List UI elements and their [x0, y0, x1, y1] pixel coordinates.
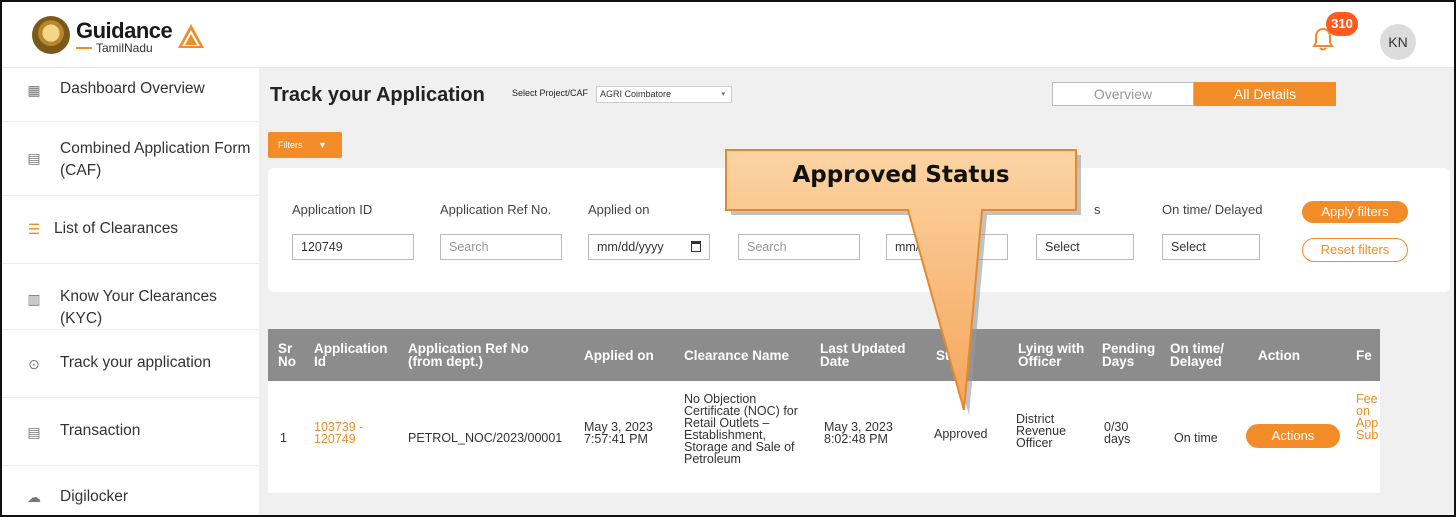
logo-flag-icon [178, 24, 204, 48]
approved-status-callout: Approved Status [720, 142, 1090, 432]
sidebar-item-label: Combined Application Form (CAF) [60, 140, 251, 179]
cell-application-id-link[interactable]: 103739 - 120749 [314, 421, 378, 446]
sidebar-item-label: Dashboard Overview [60, 80, 205, 97]
header-ontime-delayed: On time/ Delayed [1170, 341, 1225, 369]
notification-badge[interactable]: 310 [1326, 12, 1358, 36]
header-fee: Fe [1356, 348, 1372, 363]
sidebar: ▦ Dashboard Overview ▤ Combined Applicat… [2, 68, 260, 515]
logo-subtitle: TamilNadu [96, 41, 153, 55]
document-icon: ▤ [27, 150, 41, 166]
application-id-input[interactable]: 120749 [292, 234, 414, 260]
filters-label: Filters [278, 140, 303, 150]
application-id-label: Application ID [292, 202, 373, 217]
app-window: Guidance TamilNadu 310 KN ▦ Dashboard Ov… [0, 0, 1456, 517]
callout-text: Approved Status [792, 162, 1010, 188]
chevron-down-icon: ▾ [721, 91, 725, 98]
header-application-id: Application Id [314, 341, 388, 369]
cell-sr-no: 1 [280, 431, 287, 445]
guidance-logo[interactable]: Guidance TamilNadu [32, 14, 212, 58]
sidebar-item-label: Know Your Clearances (KYC) [60, 288, 217, 327]
top-header: Guidance TamilNadu 310 KN [2, 2, 1454, 68]
tab-overview[interactable]: Overview [1052, 82, 1194, 106]
logo-divider [76, 47, 92, 49]
book-icon: ▥ [27, 291, 41, 307]
project-select-label: Select Project/CAF [512, 88, 589, 98]
sidebar-item-label: List of Clearances [54, 220, 179, 237]
sidebar-item-digilocker[interactable]: ☁ Digilocker [2, 466, 260, 515]
cell-application-ref: PETROL_NOC/2023/00001 [408, 431, 563, 445]
sidebar-item-transaction[interactable]: ▤ Transaction [2, 398, 260, 466]
user-avatar[interactable]: KN [1380, 24, 1416, 60]
cloud-icon: ☁ [27, 489, 41, 505]
chevron-down-icon: ▼ [318, 140, 327, 150]
applied-on-date-input[interactable]: mm/dd/yyyy [588, 234, 710, 260]
cell-fee-link[interactable]: Fee on App Sub [1356, 393, 1380, 441]
cell-applied-on: May 3, 2023 7:57:41 PM [584, 420, 653, 446]
reset-filters-button[interactable]: Reset filters [1302, 238, 1408, 262]
sidebar-item-caf[interactable]: ▤ Combined Application Form (CAF) [2, 122, 260, 196]
header-application-ref: Application Ref No (from dept.) [408, 341, 529, 369]
cell-ontime: On time [1174, 431, 1218, 445]
header-action: Action [1258, 348, 1300, 363]
apply-filters-button[interactable]: Apply filters [1302, 201, 1408, 223]
tab-all-details[interactable]: All Details [1194, 82, 1336, 106]
sidebar-item-label: Transaction [60, 422, 141, 439]
calendar-icon[interactable] [691, 241, 701, 252]
header-sr-no: Sr No [278, 341, 296, 369]
page-title: Track your Application [270, 84, 485, 106]
header-applied-on: Applied on [584, 348, 654, 363]
status-label: s [1094, 202, 1101, 217]
actions-button[interactable]: Actions [1246, 424, 1340, 448]
grid-icon: ▦ [27, 82, 41, 98]
ontime-select[interactable]: Select [1162, 234, 1260, 260]
application-ref-label: Application Ref No. [440, 202, 552, 217]
location-pin-icon: ⊙ [28, 356, 40, 372]
sidebar-item-track-application[interactable]: ⊙ Track your application [2, 330, 260, 398]
receipt-icon: ▤ [27, 424, 41, 440]
project-select[interactable]: AGRI Coimbatore ▾ [596, 86, 732, 103]
tn-emblem-icon [32, 16, 70, 54]
project-select-value: AGRI Coimbatore [600, 89, 672, 99]
sidebar-item-kyc[interactable]: ▥ Know Your Clearances (KYC) [2, 264, 260, 330]
sidebar-item-list-of-clearances[interactable]: ☰ List of Clearances [2, 196, 260, 264]
applied-on-placeholder: mm/dd/yyyy [597, 240, 664, 254]
sidebar-item-label: Digilocker [60, 488, 129, 505]
header-pending-days: Pending Days [1102, 341, 1156, 369]
cell-pending-days: 0/30 days [1104, 420, 1131, 446]
applied-on-label: Applied on [588, 202, 650, 217]
ontime-label: On time/ Delayed [1162, 202, 1263, 217]
filters-button[interactable]: Filters ▼ [268, 132, 342, 158]
sidebar-item-label: Track your application [60, 354, 212, 371]
list-icon: ☰ [27, 221, 41, 237]
application-ref-input[interactable]: Search [440, 234, 562, 260]
sidebar-item-dashboard[interactable]: ▦ Dashboard Overview [2, 68, 260, 122]
